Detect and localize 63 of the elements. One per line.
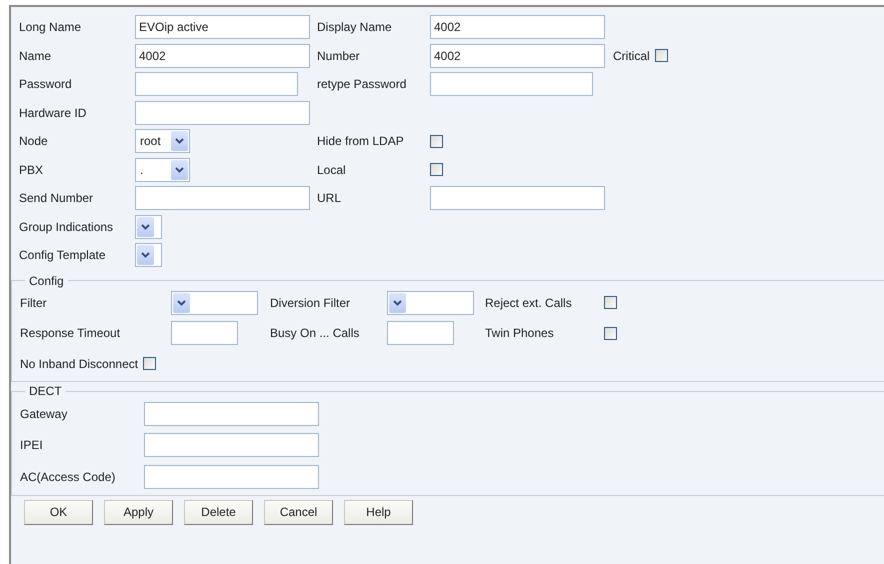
text-field[interactable] [430,186,605,210]
section-legend: DECT [25,384,66,398]
checkbox[interactable] [654,49,668,62]
form-button[interactable]: Apply [104,500,173,524]
text-field[interactable]: EVOip active [135,15,310,40]
section-legend: Config [25,274,68,288]
field-label: Gateway [20,406,68,421]
field-label: Display Name [317,20,393,34]
dropdown[interactable] [135,214,162,239]
chevron-down-icon [171,131,188,152]
checkbox[interactable] [430,134,443,148]
field-label: Diversion Filter [270,296,352,310]
field-label: IPEI [20,438,44,452]
field-label: Critical [613,48,650,63]
field-label: PBX [19,162,44,177]
text-field[interactable] [135,100,310,125]
checkbox[interactable] [604,326,617,340]
chevron-down-icon [389,292,406,313]
field-label: Name [19,48,52,63]
field-label: Group Indications [19,220,114,234]
text-field[interactable]: 4002 [430,44,605,68]
dropdown[interactable]: . [135,158,190,182]
field-label: Local [317,162,347,177]
password-field[interactable] [135,72,298,96]
field-label: AC(Access Code) [20,470,116,484]
text-field[interactable] [144,402,319,426]
text-field[interactable] [387,321,454,346]
field-label: Hide from LDAP [317,134,405,148]
text-field[interactable]: 4002 [430,15,605,40]
field-label: Busy On ... Calls [270,326,360,340]
checkbox[interactable] [604,296,617,310]
chevron-down-icon [173,292,190,313]
field-label: No Inband Disconnect [20,356,138,371]
field-label: Number [317,48,361,63]
text-field[interactable]: 4002 [135,44,310,68]
field-label: Config Template [19,248,106,262]
field-label: Hardware ID [19,106,88,120]
field-label: URL [317,191,342,206]
checkbox[interactable] [430,163,443,176]
form-button[interactable]: Help [344,500,413,524]
field-label: Node [19,134,49,148]
field-label: Password [19,77,73,92]
field-label: Long Name [19,20,82,34]
field-label: retype Password [317,77,408,92]
dropdown[interactable] [135,243,162,268]
field-label: Reject ext. Calls [485,296,573,310]
form-button[interactable]: Cancel [264,500,333,524]
form-button[interactable]: OK [24,500,93,524]
field-label: Twin Phones [485,326,555,340]
field-label: Response Timeout [20,326,122,340]
dropdown[interactable]: root [135,129,190,154]
text-field[interactable] [135,186,310,210]
checkbox[interactable] [143,357,156,370]
chevron-down-icon [137,216,154,237]
chevron-down-icon [137,245,154,266]
text-field[interactable] [144,433,319,458]
chevron-down-icon [171,160,188,180]
text-field[interactable] [144,464,319,489]
field-label: Filter [20,296,48,310]
password-field[interactable] [430,72,593,96]
form-button[interactable]: Delete [184,500,253,524]
text-field[interactable] [171,321,238,346]
field-label: Send Number [19,191,94,206]
